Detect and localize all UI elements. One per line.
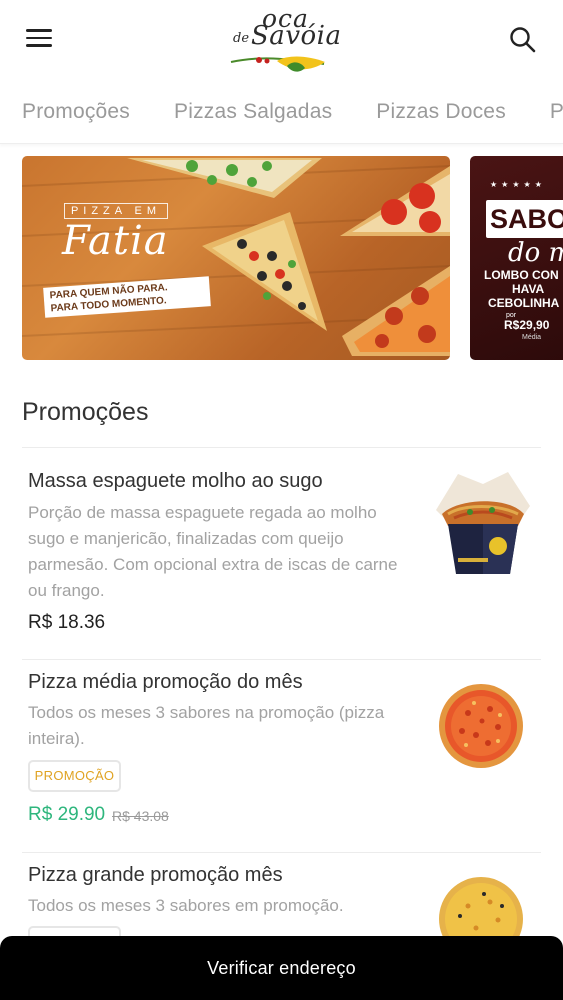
app-header: oca de Savóia <box>0 0 563 80</box>
tab-pizzas-salgadas[interactable]: Pizzas Salgadas <box>174 86 332 124</box>
product-name: Pizza grande promoção mês <box>28 864 283 886</box>
banner2-line-1: LOMBO CON <box>484 268 559 282</box>
product-price: R$ 18.36 <box>28 612 106 633</box>
product-name: Massa espaguete molho ao sugo <box>28 470 323 492</box>
banner-sabor-do-mes[interactable]: ★★★★★ SABO do m LOMBO CON HAVA CEBOLINHA… <box>470 156 563 360</box>
pizza-image <box>439 684 523 768</box>
category-tabs: Promoções Pizzas Salgadas Pizzas Doces Pi <box>0 86 563 144</box>
promo-badge: PROMOÇÃO <box>28 760 121 792</box>
banner2-price-suffix: Média <box>522 334 542 341</box>
menu-icon[interactable] <box>26 29 52 49</box>
section-title-promocoes: Promoções <box>22 398 149 426</box>
tab-pizzas-doces[interactable]: Pizzas Doces <box>376 86 506 124</box>
product-divider <box>22 659 541 660</box>
product-description: Todos os meses 3 sabores na promoção (pi… <box>28 703 385 748</box>
banner2-price: R$29,90 <box>504 318 550 332</box>
product-name: Pizza média promoção do mês <box>28 671 303 693</box>
banner2-title-1: SABO <box>490 204 563 234</box>
verify-address-button[interactable]: Verificar endereço <box>0 936 563 1000</box>
banner-pizza-fatia[interactable]: PIZZA EM Fatia PARA QUEM NÃO PARA. PARA … <box>22 156 450 360</box>
tab-partial[interactable]: Pi <box>550 86 563 124</box>
product-old-price: R$ 43.08 <box>112 808 169 824</box>
promo-banner-carousel[interactable]: PIZZA EM Fatia PARA QUEM NÃO PARA. PARA … <box>22 156 563 361</box>
product-price: R$ 29.90 <box>28 804 106 825</box>
banner2-line-3: CEBOLINHA <box>488 296 560 310</box>
banner2-title-2: do m <box>508 238 563 268</box>
search-icon[interactable] <box>509 26 537 54</box>
leaf-icon <box>230 56 325 72</box>
product-item-pizza-media-promocao[interactable]: Pizza média promoção do mês Todos os mes… <box>22 671 541 853</box>
product-description: Todos os meses 3 sabores em promoção. <box>28 896 344 915</box>
product-item-massa-espaguete[interactable]: Massa espaguete molho ao sugo Porção de … <box>22 470 541 660</box>
verify-address-label: Verificar endereço <box>207 958 356 978</box>
pasta-box-image <box>436 472 530 574</box>
tab-promocoes[interactable]: Promoções <box>22 86 130 124</box>
product-item-pizza-grande-promocao[interactable]: Pizza grande promoção mês Todos os meses… <box>22 864 541 961</box>
banner-small-title: PIZZA EM <box>64 203 168 219</box>
banner2-title-box: SABO <box>486 200 563 238</box>
banner2-line-2: HAVA <box>512 282 545 296</box>
product-description: Porção de massa espaguete regada ao molh… <box>28 503 398 600</box>
banner2-stars: ★★★★★ <box>490 180 546 189</box>
logo-text-savoia: Savóia <box>251 21 342 51</box>
banner-title: Fatia <box>62 218 169 264</box>
logo-text-de: de <box>233 31 250 46</box>
brand-logo[interactable]: oca de Savóia <box>229 4 341 76</box>
product-divider <box>22 852 541 853</box>
section-divider <box>22 447 541 448</box>
